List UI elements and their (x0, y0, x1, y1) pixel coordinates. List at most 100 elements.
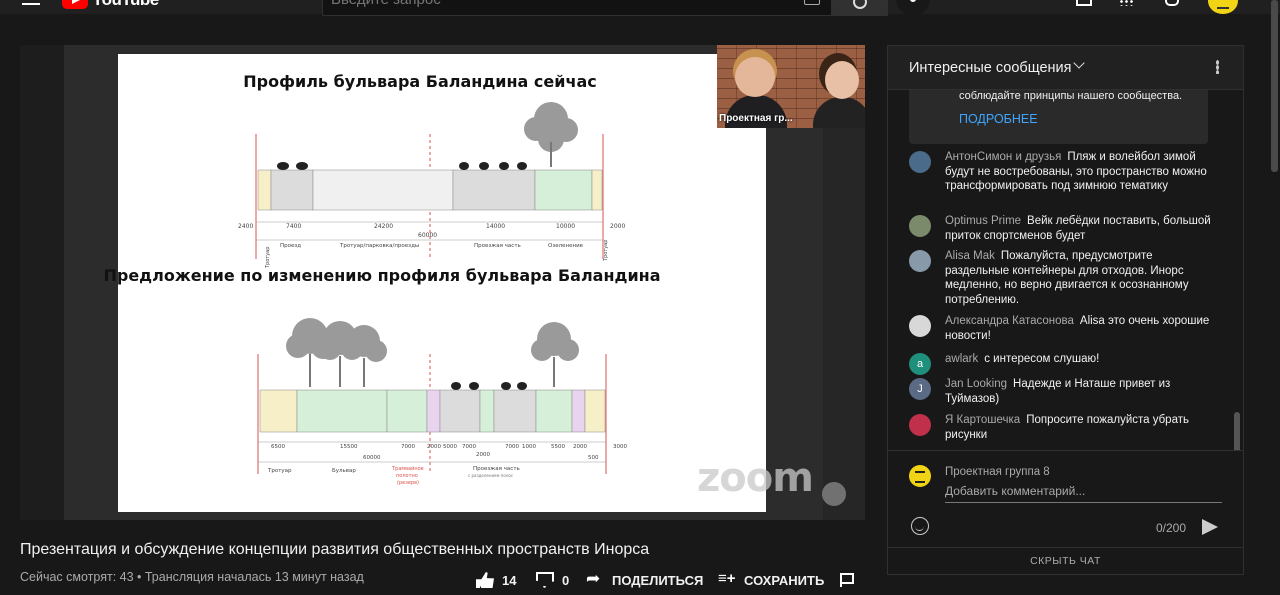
community-notice: соблюдайте принципы нашего сообщества. П… (909, 90, 1208, 144)
message-text: с интересом слушаю! (984, 353, 1100, 365)
share-button[interactable]: ПОДЕЛИТЬСЯ (586, 568, 703, 592)
notice-learn-more-link[interactable]: ПОДРОБНЕЕ (959, 112, 1038, 126)
bottom-dim-11: 3000 (613, 444, 627, 450)
bottom-seg-median (479, 389, 495, 433)
top-label-carriageway: Проезжая часть (474, 243, 521, 249)
apps-grid-icon[interactable] (1119, 0, 1135, 6)
bottom-dim-2: 15500 (340, 444, 358, 450)
bottom-label-carriageway: Проезжая часть (473, 466, 520, 472)
bottom-seg-road-2 (493, 389, 537, 433)
top-dim-6: 2000 (610, 223, 625, 230)
participant-1-face (735, 57, 775, 97)
message-author[interactable]: Я Картошечка (945, 414, 1020, 426)
char-counter: 0/200 (1156, 521, 1187, 535)
menu-icon[interactable] (22, 0, 40, 8)
top-cars (277, 162, 527, 170)
chat-header: Интересные сообщения (888, 46, 1243, 90)
top-label-green: Озеленение (548, 243, 584, 249)
bottom-seg-strip-2 (571, 389, 586, 433)
chat-message: АнтонСимон и друзья Пляж и волейбол зимой… (909, 150, 1219, 194)
chat-message: Alisa Mak Пожалуйста, предусмотрите разде… (909, 249, 1219, 307)
message-author[interactable]: Alisa Mak (945, 250, 995, 262)
bottom-label-tram-2: полотно (396, 473, 418, 479)
top-dim-1: 2400 (238, 223, 253, 230)
bottom-sub-1: 2000 (476, 452, 490, 458)
top-dim-5: 10000 (556, 223, 575, 230)
page-scrollbar[interactable] (1271, 0, 1278, 172)
message-author[interactable]: Optimus Prime (945, 215, 1021, 227)
top-seg-road (270, 169, 314, 211)
top-seg-sidewalk-right (591, 169, 603, 211)
bottom-seg-road-1 (439, 389, 481, 433)
player-corner-icon (822, 482, 846, 506)
notifications-bell-icon[interactable] (1162, 0, 1179, 6)
microphone-icon[interactable] (896, 0, 930, 16)
save-button[interactable]: СОХРАНИТЬ (718, 568, 824, 592)
share-label: ПОДЕЛИТЬСЯ (612, 572, 704, 588)
video-meta: Сейчас смотрят: 43 • Трансляция началась… (20, 570, 364, 584)
emoji-icon[interactable] (911, 517, 929, 535)
bottom-seg-sidewalk-right (584, 389, 606, 433)
top-dim-2: 7400 (286, 223, 301, 230)
bottom-seg-boulevard (296, 389, 388, 433)
chat-mode-selector[interactable]: Интересные сообщения (909, 60, 1072, 76)
top-seg-green (534, 169, 593, 211)
bottom-dim-8: 1000 (522, 444, 536, 450)
chat-scrollbar[interactable] (1234, 412, 1240, 450)
account-avatar[interactable] (1208, 0, 1238, 14)
bottom-sub-2: 500 (588, 455, 599, 461)
create-video-icon[interactable] (1076, 0, 1092, 6)
participant-2-face (825, 61, 859, 99)
dislike-count: 0 (562, 572, 570, 588)
search-box (322, 0, 832, 16)
youtube-logo[interactable]: YouTube (62, 0, 159, 10)
chat-input-field[interactable]: Добавить комментарий... (945, 484, 1222, 503)
top-label-parking: Тротуар/парковка/проезды (339, 243, 419, 249)
message-author[interactable]: АнтонСимон и друзья (945, 151, 1061, 163)
keyboard-icon[interactable] (804, 0, 820, 5)
bottom-dim-3: 7000 (401, 444, 415, 450)
avatar[interactable] (909, 315, 931, 337)
share-icon (586, 569, 604, 589)
avatar[interactable] (909, 414, 931, 436)
webcam-overlay: Проектная гр... (717, 45, 865, 128)
save-label: СОХРАНИТЬ (744, 572, 825, 588)
chevron-down-icon[interactable] (1073, 57, 1085, 69)
message-author[interactable]: awlark (945, 353, 978, 365)
avatar[interactable]: J (909, 378, 931, 400)
video-player[interactable]: Профиль бульвара Баландина сейчас Предло… (20, 45, 865, 520)
video-title: Презентация и обсуждение концепции разви… (20, 541, 650, 558)
search-input[interactable] (323, 0, 831, 15)
top-seg-carriageway (452, 169, 536, 211)
more-options-icon[interactable] (1216, 60, 1219, 74)
search-button[interactable] (832, 0, 888, 16)
presentation-slide: Профиль бульвара Баландина сейчас Предло… (103, 54, 766, 512)
bottom-seg-green (535, 389, 573, 433)
message-author[interactable]: Jan Looking (945, 378, 1007, 390)
top-label-sidewalk-left: Тротуар (265, 247, 271, 269)
avatar[interactable] (909, 215, 931, 237)
bottom-label-tram-3: (резерв) (397, 480, 419, 486)
top-label-sidewalk-right: Тротуар (603, 240, 609, 262)
bottom-label-tram-1: Трамвайное (391, 465, 424, 472)
like-button[interactable]: 14 (476, 568, 516, 592)
like-count: 14 (502, 572, 517, 588)
message-author[interactable]: Александра Катасонова (945, 315, 1074, 327)
bottom-cars (451, 382, 527, 390)
report-button[interactable] (840, 568, 860, 592)
top-dim-4: 14000 (486, 223, 505, 230)
avatar[interactable] (909, 151, 931, 173)
top-tree (524, 102, 578, 167)
top-label-road: Проезд (280, 243, 301, 249)
hide-chat-button[interactable]: СКРЫТЬ ЧАТ (888, 547, 1243, 574)
bottom-label-boulevard: Бульвар (332, 468, 356, 474)
top-seg-sidewalk-left (257, 169, 272, 211)
avatar[interactable]: a (909, 353, 931, 375)
send-icon[interactable] (1202, 519, 1218, 535)
avatar[interactable] (909, 250, 931, 272)
dislike-button[interactable]: 0 (536, 568, 569, 592)
street-profile-diagram: 2400 7400 24200 14000 10000 2000 60000 П… (238, 102, 627, 486)
chat-message: Я Картошечка Попросите пожалуйста убрать … (909, 413, 1219, 442)
thumbs-up-icon (476, 572, 494, 588)
play-logo-icon (62, 0, 88, 9)
